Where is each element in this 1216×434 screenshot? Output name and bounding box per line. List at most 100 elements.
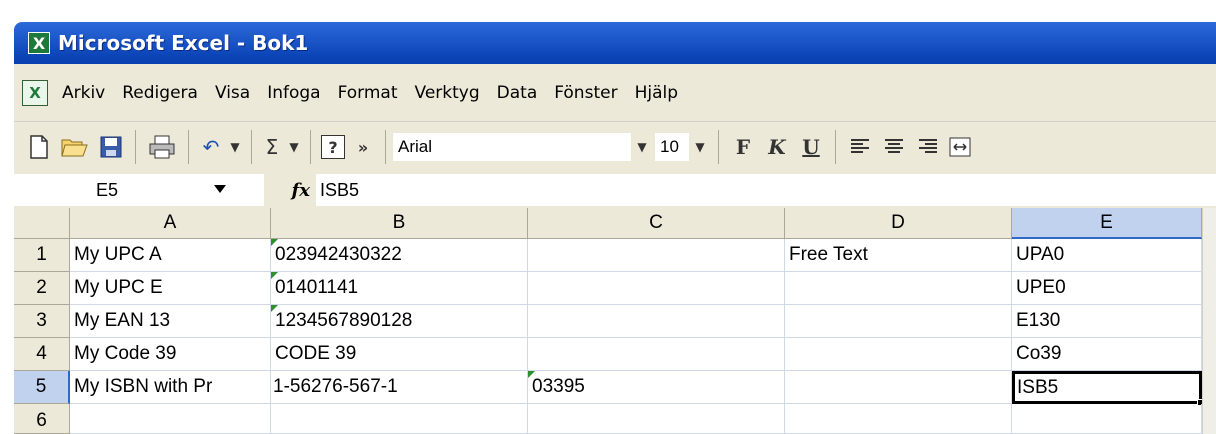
font-name-dropdown-icon[interactable]: ▼: [631, 129, 653, 165]
column-header-c[interactable]: C: [528, 208, 785, 239]
cell-a1[interactable]: My UPC A: [70, 239, 271, 272]
undo-dropdown-icon[interactable]: ▼: [226, 129, 244, 165]
menu-arkiv[interactable]: Arkiv: [62, 83, 105, 103]
cell-c4[interactable]: [528, 338, 785, 371]
formula-input[interactable]: ISB5: [316, 174, 1216, 206]
name-box-value: E5: [96, 179, 119, 200]
cell-e3[interactable]: E130: [1012, 305, 1202, 338]
font-size-dropdown-icon[interactable]: ▼: [689, 129, 711, 165]
cell-b2[interactable]: 01401141: [271, 272, 528, 305]
cell-b1[interactable]: 023942430322: [271, 239, 528, 272]
cell-e2[interactable]: UPE0: [1012, 272, 1202, 305]
formula-bar: E5 fx ISB5: [14, 172, 1216, 208]
vertical-scrollbar[interactable]: [1202, 208, 1216, 434]
cell-b4[interactable]: CODE 39: [271, 338, 528, 371]
cell-d4[interactable]: [785, 338, 1012, 371]
toolbar-separator: [310, 130, 311, 164]
cell-d2[interactable]: [785, 272, 1012, 305]
insert-function-icon[interactable]: fx: [264, 180, 316, 201]
cell-a3[interactable]: My EAN 13: [70, 305, 271, 338]
autosum-icon[interactable]: Σ: [259, 129, 285, 165]
align-right-icon[interactable]: [911, 129, 945, 165]
toolbar-separator: [251, 130, 252, 164]
merge-center-icon[interactable]: [945, 129, 975, 165]
cell-c5[interactable]: 03395: [528, 371, 785, 404]
cell-e4[interactable]: Co39: [1012, 338, 1202, 371]
cell-c2[interactable]: [528, 272, 785, 305]
row-header-3[interactable]: 3: [14, 305, 70, 338]
select-all-corner[interactable]: [14, 208, 70, 239]
error-indicator-icon: [271, 272, 278, 279]
cell-b3-value: 1234567890128: [275, 310, 413, 331]
excel-icon[interactable]: X: [28, 32, 50, 54]
cell-b5[interactable]: 1-56276-567-1: [271, 371, 528, 404]
menu-verktyg[interactable]: Verktyg: [415, 83, 480, 103]
toolbar-separator: [835, 130, 836, 164]
cell-a2[interactable]: My UPC E: [70, 272, 271, 305]
toolbar-separator: [718, 130, 719, 164]
print-icon[interactable]: [143, 129, 181, 165]
cell-e1[interactable]: UPA0: [1012, 239, 1202, 272]
cell-d3[interactable]: [785, 305, 1012, 338]
cell-a6[interactable]: [70, 404, 271, 434]
cell-a5[interactable]: My ISBN with Pr: [70, 371, 271, 404]
row-header-1[interactable]: 1: [14, 239, 70, 272]
row-header-6[interactable]: 6: [14, 404, 70, 434]
cell-e5-value: ISB5: [1017, 376, 1059, 398]
font-size-value: 10: [660, 137, 679, 156]
cell-c3[interactable]: [528, 305, 785, 338]
column-header-d[interactable]: D: [785, 208, 1012, 239]
new-document-icon[interactable]: [22, 129, 56, 165]
column-header-e[interactable]: E: [1012, 208, 1202, 239]
cell-e6[interactable]: [1012, 404, 1202, 434]
menu-hjalp[interactable]: Hjälp: [635, 83, 678, 103]
name-box-dropdown-icon[interactable]: [214, 185, 226, 193]
row-header-5[interactable]: 5: [14, 371, 70, 404]
error-indicator-icon: [271, 239, 278, 246]
cell-d6[interactable]: [785, 404, 1012, 434]
open-folder-icon[interactable]: [56, 129, 94, 165]
row-header-2[interactable]: 2: [14, 272, 70, 305]
worksheet-grid: A B C D E 1 2 3 4 5 6 My UPC A 023942430…: [14, 208, 1216, 434]
active-cell-e5[interactable]: ISB5: [1012, 371, 1204, 406]
bold-icon[interactable]: F: [726, 129, 760, 165]
menu-data[interactable]: Data: [497, 83, 538, 103]
row-header-4[interactable]: 4: [14, 338, 70, 371]
underline-icon[interactable]: U: [794, 129, 828, 165]
toolbar-options-icon[interactable]: »: [348, 129, 378, 165]
menu-infoga[interactable]: Infoga: [267, 83, 320, 103]
cell-c5-value: 03395: [532, 376, 585, 397]
formula-value: ISB5: [320, 179, 360, 200]
cell-c6[interactable]: [528, 404, 785, 434]
column-header-b[interactable]: B: [271, 208, 528, 239]
cell-b1-value: 023942430322: [275, 244, 402, 265]
error-indicator-icon: [271, 305, 278, 312]
help-icon[interactable]: ?: [318, 129, 348, 165]
cell-c1[interactable]: [528, 239, 785, 272]
name-box[interactable]: E5: [14, 174, 264, 206]
cell-d5[interactable]: [785, 371, 1012, 404]
toolbar-separator: [135, 130, 136, 164]
autosum-dropdown-icon[interactable]: ▼: [285, 129, 303, 165]
align-center-icon[interactable]: [877, 129, 911, 165]
column-header-a[interactable]: A: [70, 208, 271, 239]
undo-icon[interactable]: ↶: [196, 129, 226, 165]
help-glyph: ?: [321, 135, 345, 159]
cell-b3[interactable]: 1234567890128: [271, 305, 528, 338]
menu-redigera[interactable]: Redigera: [122, 83, 198, 103]
workbook-icon[interactable]: X: [22, 79, 48, 106]
window-title: Microsoft Excel - Bok1: [58, 31, 309, 55]
cell-b6[interactable]: [271, 404, 528, 434]
align-left-icon[interactable]: [843, 129, 877, 165]
font-name-select[interactable]: Arial: [393, 133, 631, 161]
font-name-value: Arial: [398, 137, 433, 156]
menu-visa[interactable]: Visa: [215, 83, 250, 103]
menu-format[interactable]: Format: [338, 83, 398, 103]
cell-a4[interactable]: My Code 39: [70, 338, 271, 371]
italic-icon[interactable]: K: [760, 129, 794, 165]
cell-d1[interactable]: Free Text: [785, 239, 1012, 272]
title-bar: X Microsoft Excel - Bok1: [14, 22, 1216, 64]
save-icon[interactable]: [94, 129, 128, 165]
font-size-select[interactable]: 10: [655, 133, 689, 161]
menu-fonster[interactable]: Fönster: [554, 83, 617, 103]
